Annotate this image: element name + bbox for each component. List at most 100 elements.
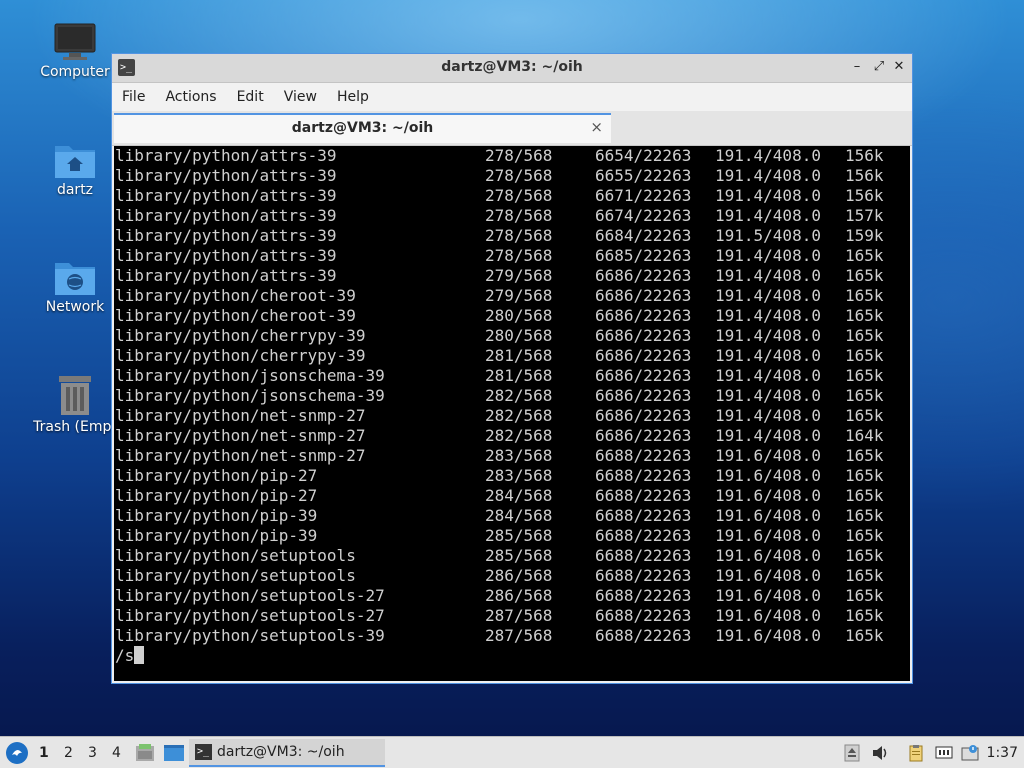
line-count: 283/568 — [485, 446, 553, 465]
desktop-icon-label: Network — [45, 299, 105, 315]
line-size: 191.4/408.0 — [715, 286, 821, 305]
line-path: library/python/jsonschema-39 — [115, 386, 385, 405]
line-files: 6686/22263 — [595, 386, 692, 405]
desktop-icon-trash[interactable]: Trash (Empt — [30, 373, 120, 435]
window-titlebar[interactable]: >_ dartz@VM3: ~/oih – ⤢ ✕ — [112, 54, 912, 83]
terminal-prompt-line[interactable]: /s — [114, 646, 910, 666]
workspace-2[interactable]: 2 — [64, 745, 73, 761]
terminal-output[interactable]: library/python/attrs-39 278/568 6654/22263… — [114, 146, 910, 681]
line-size: 191.4/408.0 — [715, 366, 821, 385]
line-count: 279/568 — [485, 266, 553, 285]
menu-help[interactable]: Help — [337, 89, 369, 105]
desktop-icon-label: Trash (Empt — [33, 419, 117, 435]
line-speed: 165k — [845, 606, 884, 625]
line-count: 287/568 — [485, 606, 553, 625]
workspace-4[interactable]: 4 — [112, 745, 121, 761]
line-path: library/python/attrs-39 — [115, 186, 337, 205]
line-path: library/python/setuptools — [115, 566, 356, 585]
terminal-line: library/python/net-snmp-27 283/568 6688/22… — [114, 446, 910, 466]
close-icon[interactable]: ✕ — [890, 58, 908, 76]
taskbar-terminal-label: dartz@VM3: ~/oih — [217, 744, 345, 760]
line-size: 191.4/408.0 — [715, 186, 821, 205]
line-files: 6655/22263 — [595, 166, 692, 185]
line-speed: 165k — [845, 586, 884, 605]
line-files: 6686/22263 — [595, 406, 692, 425]
line-files: 6688/22263 — [595, 466, 692, 485]
terminal-prompt: /s — [115, 646, 135, 665]
line-speed: 165k — [845, 626, 884, 645]
line-size: 191.4/408.0 — [715, 386, 821, 405]
clock[interactable]: 1:37 — [987, 745, 1018, 761]
text-cursor — [134, 646, 145, 664]
terminal-line: library/python/setuptools-39 287/568 6688/… — [114, 626, 910, 646]
minimize-icon[interactable]: – — [848, 58, 866, 76]
menu-view[interactable]: View — [284, 89, 317, 105]
line-size: 191.4/408.0 — [715, 206, 821, 225]
line-path: library/python/attrs-39 — [115, 246, 337, 265]
line-files: 6684/22263 — [595, 226, 692, 245]
line-path: library/python/attrs-39 — [115, 206, 337, 225]
line-speed: 165k — [845, 546, 884, 565]
line-path: library/python/pip-39 — [115, 526, 318, 545]
line-size: 191.6/408.0 — [715, 526, 821, 545]
line-path: library/python/net-snmp-27 — [115, 406, 366, 425]
line-size: 191.5/408.0 — [715, 226, 821, 245]
terminal-line: library/python/pip-39 285/568 6688/22263 19… — [114, 526, 910, 546]
line-count: 285/568 — [485, 546, 553, 565]
tab-bar: dartz@VM3: ~/oih × — [112, 111, 912, 146]
line-count: 278/568 — [485, 186, 553, 205]
volume-icon[interactable] — [871, 744, 889, 762]
line-size: 191.4/408.0 — [715, 306, 821, 325]
line-count: 284/568 — [485, 486, 553, 505]
network-icon[interactable] — [935, 744, 953, 762]
line-speed: 157k — [845, 206, 884, 225]
menu-file[interactable]: File — [122, 89, 145, 105]
terminal-line: library/python/net-snmp-27 282/568 6686/22… — [114, 426, 910, 446]
eject-icon[interactable] — [843, 744, 861, 762]
file-manager-icon[interactable] — [135, 743, 155, 763]
clipboard-icon[interactable] — [907, 744, 925, 762]
maximize-icon[interactable]: ⤢ — [870, 58, 888, 76]
line-speed: 165k — [845, 306, 884, 325]
line-size: 191.6/408.0 — [715, 466, 821, 485]
desktop-icon-computer[interactable]: Computer — [30, 22, 120, 80]
terminal-window[interactable]: >_ dartz@VM3: ~/oih – ⤢ ✕ File Actions E… — [111, 53, 913, 684]
line-path: library/python/attrs-39 — [115, 266, 337, 285]
terminal-line: library/python/pip-27 283/568 6688/22263 19… — [114, 466, 910, 486]
start-menu-icon[interactable] — [5, 741, 29, 765]
tab-close-icon[interactable]: × — [590, 118, 603, 136]
menu-edit[interactable]: Edit — [237, 89, 264, 105]
terminal-line: library/python/attrs-39 278/568 6674/22263… — [114, 206, 910, 226]
line-count: 286/568 — [485, 566, 553, 585]
line-count: 278/568 — [485, 226, 553, 245]
line-count: 283/568 — [485, 466, 553, 485]
workspace-1[interactable]: 1 — [39, 745, 49, 761]
line-path: library/python/pip-27 — [115, 466, 318, 485]
terminal-line: library/python/pip-27 284/568 6688/22263 19… — [114, 486, 910, 506]
network-folder-icon — [55, 263, 95, 295]
notification-icon[interactable] — [961, 744, 979, 762]
terminal-line: library/python/cherrypy-39 280/568 6686/22… — [114, 326, 910, 346]
line-path: library/python/net-snmp-27 — [115, 446, 366, 465]
line-speed: 165k — [845, 406, 884, 425]
line-path: library/python/cherrypy-39 — [115, 326, 366, 345]
show-desktop-icon[interactable] — [163, 743, 185, 763]
terminal-app-icon: >_ — [195, 744, 212, 760]
desktop-icon-home[interactable]: dartz — [30, 140, 120, 198]
line-path: library/python/setuptools-27 — [115, 586, 385, 605]
home-folder-icon — [55, 146, 95, 178]
line-size: 191.6/408.0 — [715, 626, 821, 645]
line-speed: 156k — [845, 146, 884, 165]
line-speed: 164k — [845, 426, 884, 445]
line-count: 284/568 — [485, 506, 553, 525]
workspace-3[interactable]: 3 — [88, 745, 97, 761]
tab-terminal[interactable]: dartz@VM3: ~/oih × — [114, 113, 611, 143]
terminal-line: library/python/setuptools-27 287/568 6688/… — [114, 606, 910, 626]
line-speed: 159k — [845, 226, 884, 245]
line-files: 6688/22263 — [595, 606, 692, 625]
line-speed: 156k — [845, 166, 884, 185]
desktop-icon-network[interactable]: Network — [30, 257, 120, 315]
taskbar-terminal-button[interactable]: >_ dartz@VM3: ~/oih — [189, 739, 385, 767]
line-files: 6686/22263 — [595, 426, 692, 445]
menu-actions[interactable]: Actions — [165, 89, 216, 105]
